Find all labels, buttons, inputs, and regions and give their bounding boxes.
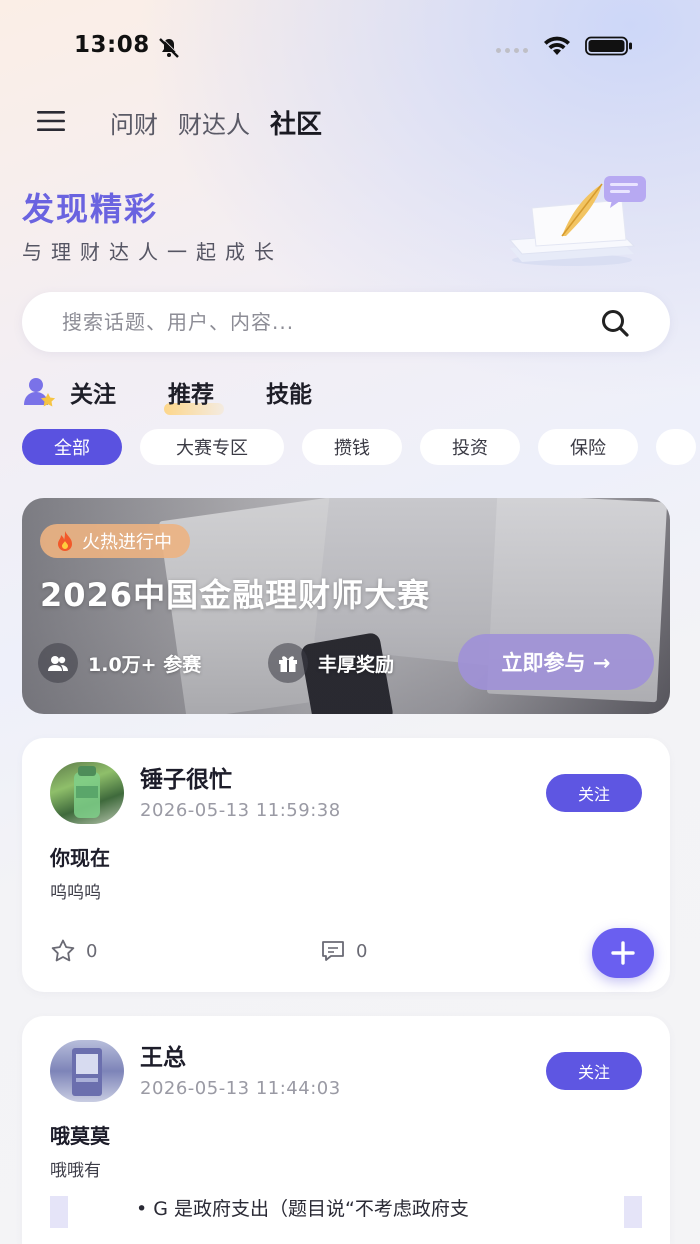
feed-tab-skills-label: 技能 (266, 382, 312, 408)
comment-action[interactable]: 0 (320, 938, 367, 964)
create-post-button[interactable] (592, 928, 654, 978)
search-icon[interactable] (600, 308, 630, 338)
post-username[interactable]: 王总 (140, 1038, 186, 1072)
quote-bar-right (624, 1196, 642, 1228)
feed-tab-following-label: 关注 (70, 382, 116, 408)
notebook-feather-illustration (508, 176, 646, 266)
search-input[interactable] (62, 292, 562, 352)
post-card[interactable]: 锤子很忙 2026-05-13 11:59:38 关注 你现在 呜呜呜 0 0 (22, 738, 670, 992)
users-icon (38, 643, 78, 683)
feed-tab-skills[interactable]: 技能 (266, 375, 312, 409)
plus-icon (611, 941, 635, 965)
cellular-signal-icon (496, 48, 528, 53)
fire-icon (58, 531, 72, 551)
search-bar[interactable] (22, 292, 670, 352)
hero-subtitle: 与理财达人一起成长 (22, 240, 283, 264)
post-body: 哦哦有 (50, 1161, 101, 1181)
gift-icon (268, 643, 308, 683)
post-timestamp: 2026-05-13 11:59:38 (140, 800, 341, 821)
reward-stat: 丰厚奖励 (268, 643, 395, 683)
reward-label: 丰厚奖励 (318, 653, 395, 676)
post-bullet-text: • G 是政府支出（题目说“不考虑政府支 (136, 1198, 469, 1220)
hero-title: 发现精彩 (22, 190, 159, 228)
like-action[interactable]: 0 (50, 938, 97, 964)
chip-all[interactable]: 全部 (22, 429, 122, 465)
chip-investing[interactable]: 投资 (420, 429, 520, 465)
category-chips: 全部 大赛专区 攒钱 投资 保险 (22, 429, 700, 465)
post-username[interactable]: 锤子很忙 (140, 760, 232, 794)
menu-icon[interactable] (36, 108, 66, 134)
feed-tab-recommended[interactable]: 推荐 (164, 375, 224, 415)
tab-wencai[interactable]: 问财 (110, 105, 158, 140)
chip-more-partial[interactable] (656, 429, 696, 465)
avatar[interactable] (50, 1040, 124, 1102)
post-card[interactable]: 王总 2026-05-13 11:44:03 关注 哦莫莫 哦哦有 • G 是政… (22, 1016, 670, 1244)
battery-icon (585, 36, 632, 56)
participants-count: 1.0万+ 参赛 (88, 653, 202, 676)
hot-badge: 火热进行中 (40, 524, 190, 558)
hot-badge-label: 火热进行中 (82, 532, 172, 553)
comment-icon (322, 941, 344, 961)
chip-contest-zone[interactable]: 大赛专区 (140, 429, 284, 465)
chip-insurance[interactable]: 保险 (538, 429, 638, 465)
avatar[interactable] (50, 762, 124, 824)
post-title: 哦莫莫 (50, 1124, 110, 1148)
follow-button[interactable]: 关注 (546, 1052, 642, 1090)
status-time: 13:08 (74, 32, 150, 58)
post-timestamp: 2026-05-13 11:44:03 (140, 1078, 341, 1099)
like-count: 0 (86, 940, 98, 962)
tab-caidaren[interactable]: 财达人 (178, 105, 250, 140)
quote-bar-left (50, 1196, 68, 1228)
status-bar: 13:08 (0, 0, 700, 92)
tab-community[interactable]: 社区 (270, 104, 322, 141)
post-body: 呜呜呜 (50, 883, 101, 903)
user-star-icon (24, 378, 56, 407)
bell-muted-icon (159, 37, 180, 58)
top-tabs: 问财 财达人 社区 (110, 104, 322, 141)
wifi-icon (544, 36, 570, 55)
comment-count: 0 (356, 940, 368, 962)
feed-tab-recommended-label: 推荐 (168, 382, 214, 408)
feed-tabs: 关注 推荐 技能 (22, 370, 364, 415)
contest-banner[interactable]: 火热进行中 2026中国金融理财师大赛 1.0万+ 参赛 丰厚奖励 立即参与 → (22, 498, 670, 714)
feed-tab-following[interactable]: 关注 (70, 375, 116, 409)
post-title: 你现在 (50, 846, 110, 870)
chip-saving[interactable]: 攒钱 (302, 429, 402, 465)
post-bullet-content: G 是政府支出（题目说“不考虑政府支 (153, 1198, 469, 1220)
follow-button[interactable]: 关注 (546, 774, 642, 812)
post-bullet-preview: • G 是政府支出（题目说“不考虑政府支 (50, 1194, 642, 1228)
star-icon (51, 939, 75, 962)
participants-stat: 1.0万+ 参赛 (38, 643, 202, 683)
banner-title: 2026中国金融理财师大赛 (40, 576, 431, 614)
join-now-button[interactable]: 立即参与 → (458, 634, 654, 690)
